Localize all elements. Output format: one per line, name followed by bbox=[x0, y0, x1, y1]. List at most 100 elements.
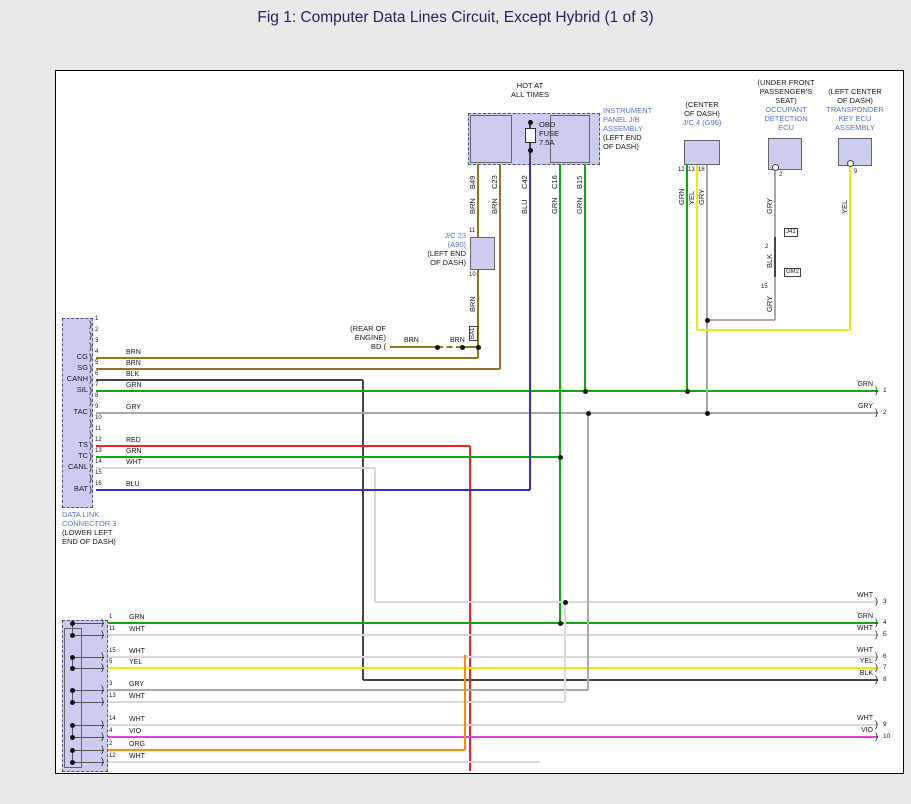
junction-dot bbox=[563, 600, 568, 605]
wire-label: GRN bbox=[576, 197, 584, 214]
instrument-panel-jb-label: OF DASH) bbox=[603, 143, 639, 151]
dlc3-caption: DATA LINK bbox=[62, 511, 99, 519]
wire-label: BRN bbox=[126, 360, 141, 368]
junction-dot bbox=[70, 633, 75, 638]
wire-label: C42 bbox=[521, 175, 529, 189]
edge-pin-bracket: ) bbox=[875, 652, 878, 662]
edge-wire-color: BLK bbox=[860, 670, 873, 678]
wire-label: GRY bbox=[698, 189, 706, 205]
jb-b49-brn bbox=[477, 164, 479, 237]
transponder-yel-loop bbox=[849, 166, 851, 330]
occupant-ecu-label: ECU bbox=[778, 124, 794, 132]
rear-of-engine-label: ENGINE) bbox=[355, 334, 386, 342]
wire-label: BRN bbox=[469, 296, 477, 312]
edge-wire-color: WHT bbox=[857, 592, 873, 600]
edge-terminal-number: 2 bbox=[883, 409, 887, 416]
wire-label: YEL bbox=[841, 200, 849, 214]
dlc3-pin-bracket: ) bbox=[89, 419, 92, 429]
edge-terminal-number: 7 bbox=[883, 664, 887, 671]
junction-dot bbox=[528, 148, 533, 153]
wire-label: C16 bbox=[551, 175, 559, 189]
jc23-to-cg-brn bbox=[96, 357, 478, 359]
connector-pin-bracket: ) bbox=[101, 757, 104, 767]
edge-terminal-number: 3 bbox=[883, 598, 887, 605]
edge-wire-color: WHT bbox=[857, 625, 873, 633]
canh-blk bbox=[96, 379, 363, 381]
transponder-ecu-label: OF DASH) bbox=[837, 97, 873, 105]
occupant-gry-lower bbox=[707, 319, 775, 321]
jc23-label: (A90) bbox=[448, 241, 466, 249]
connector-pin-bracket: ) bbox=[101, 732, 104, 742]
edge-wire-color: VIO bbox=[861, 727, 873, 735]
wire-color-label: WHT bbox=[129, 626, 145, 634]
bottom-org-2 bbox=[464, 655, 466, 750]
ts-red bbox=[96, 445, 470, 447]
edge-terminal-number: 4 bbox=[883, 619, 887, 626]
rear-of-engine-label: (REAR OF bbox=[350, 325, 386, 333]
connector-pin-bracket: ) bbox=[101, 697, 104, 707]
wire-label: C23 bbox=[491, 175, 499, 189]
wire-color-label: WHT bbox=[129, 753, 145, 761]
jc4-label: (CENTER bbox=[685, 101, 718, 109]
obd-fuse-label: OBD bbox=[539, 121, 555, 129]
connector-pin-stubs bbox=[72, 657, 104, 658]
occupant-ecu-label: (UNDER FRONT bbox=[757, 79, 814, 87]
edge-terminal-number: 6 bbox=[883, 653, 887, 660]
wire-label: TS bbox=[78, 441, 88, 449]
connector-pin-bracket: ) bbox=[101, 618, 104, 628]
junction-dot bbox=[586, 411, 591, 416]
junction-dot bbox=[476, 345, 481, 350]
connector-pin-number: 4 bbox=[109, 728, 112, 735]
connector-pin-number: 3 bbox=[109, 681, 112, 688]
bottom-gry-3 bbox=[108, 689, 588, 691]
wire-label: GRY bbox=[126, 404, 141, 412]
jc4-gry bbox=[706, 165, 708, 413]
tc-grn bbox=[96, 456, 560, 458]
wire-label: BRN bbox=[469, 198, 477, 214]
wire-color-label: WHT bbox=[129, 648, 145, 656]
dlc3-pin-bracket: ) bbox=[89, 485, 92, 495]
wire-label: BLU bbox=[521, 199, 529, 214]
jc23-label: J/C 23 bbox=[444, 232, 466, 240]
wire-label: BLK bbox=[766, 254, 774, 268]
canl-wht bbox=[96, 467, 375, 469]
junction-dot bbox=[70, 735, 75, 740]
edge-pin-bracket: ) bbox=[875, 408, 878, 418]
dlc3-pin-bracket: ) bbox=[89, 375, 92, 385]
bottom-vio-4 bbox=[108, 736, 878, 738]
sil-grn bbox=[96, 390, 878, 392]
edge-terminal-number: 10 bbox=[883, 733, 890, 740]
hot-at-all-times: ALL TIMES bbox=[511, 91, 549, 99]
wire-label: SIL bbox=[77, 386, 88, 394]
wire-label: BRN bbox=[491, 198, 499, 214]
junction-dot bbox=[705, 411, 710, 416]
occupant-blk-middle bbox=[774, 237, 776, 277]
wire-label: GM2 bbox=[784, 268, 801, 277]
instrument-panel-jb-label: (LEFT END bbox=[603, 134, 642, 142]
wire-label: 18 bbox=[698, 167, 705, 174]
connector-pin-number: 12 bbox=[109, 753, 116, 760]
hot-at-all-times: HOT AT bbox=[517, 82, 543, 90]
wire-label: B49 bbox=[469, 176, 477, 189]
jc4-label: J/C 4 (G96) bbox=[683, 119, 722, 127]
instrument-panel-jb-label: PANEL J/B bbox=[603, 116, 640, 124]
instrument-panel-jb-label: INSTRUMENT bbox=[603, 107, 652, 115]
dlc3-pin-number: 5 bbox=[95, 360, 98, 367]
connector-pin-number: 11 bbox=[109, 626, 115, 633]
bd-ground-brn-dashed bbox=[437, 346, 462, 348]
rear-of-engine-label: BD ( bbox=[371, 343, 386, 351]
tac-gry bbox=[96, 412, 878, 414]
connector-pin-number: 2 bbox=[109, 741, 112, 748]
connector-pin-stubs bbox=[72, 737, 104, 738]
transponder-ecu-box bbox=[838, 138, 872, 166]
dlc3-pin-number: 6 bbox=[95, 371, 98, 378]
junction-dot bbox=[705, 318, 710, 323]
junction-dot bbox=[558, 621, 563, 626]
wire-color-label: GRN bbox=[129, 614, 145, 622]
obd-fuse-label: 7.5A bbox=[539, 139, 554, 147]
dlc3-pin-bracket: ) bbox=[89, 320, 92, 330]
dlc3-caption: END OF DASH) bbox=[62, 538, 116, 546]
wire-label: GRN bbox=[551, 197, 559, 214]
occupant-ecu-label: DETECTION bbox=[764, 115, 807, 123]
dlc3-pin-number: 3 bbox=[95, 338, 98, 345]
